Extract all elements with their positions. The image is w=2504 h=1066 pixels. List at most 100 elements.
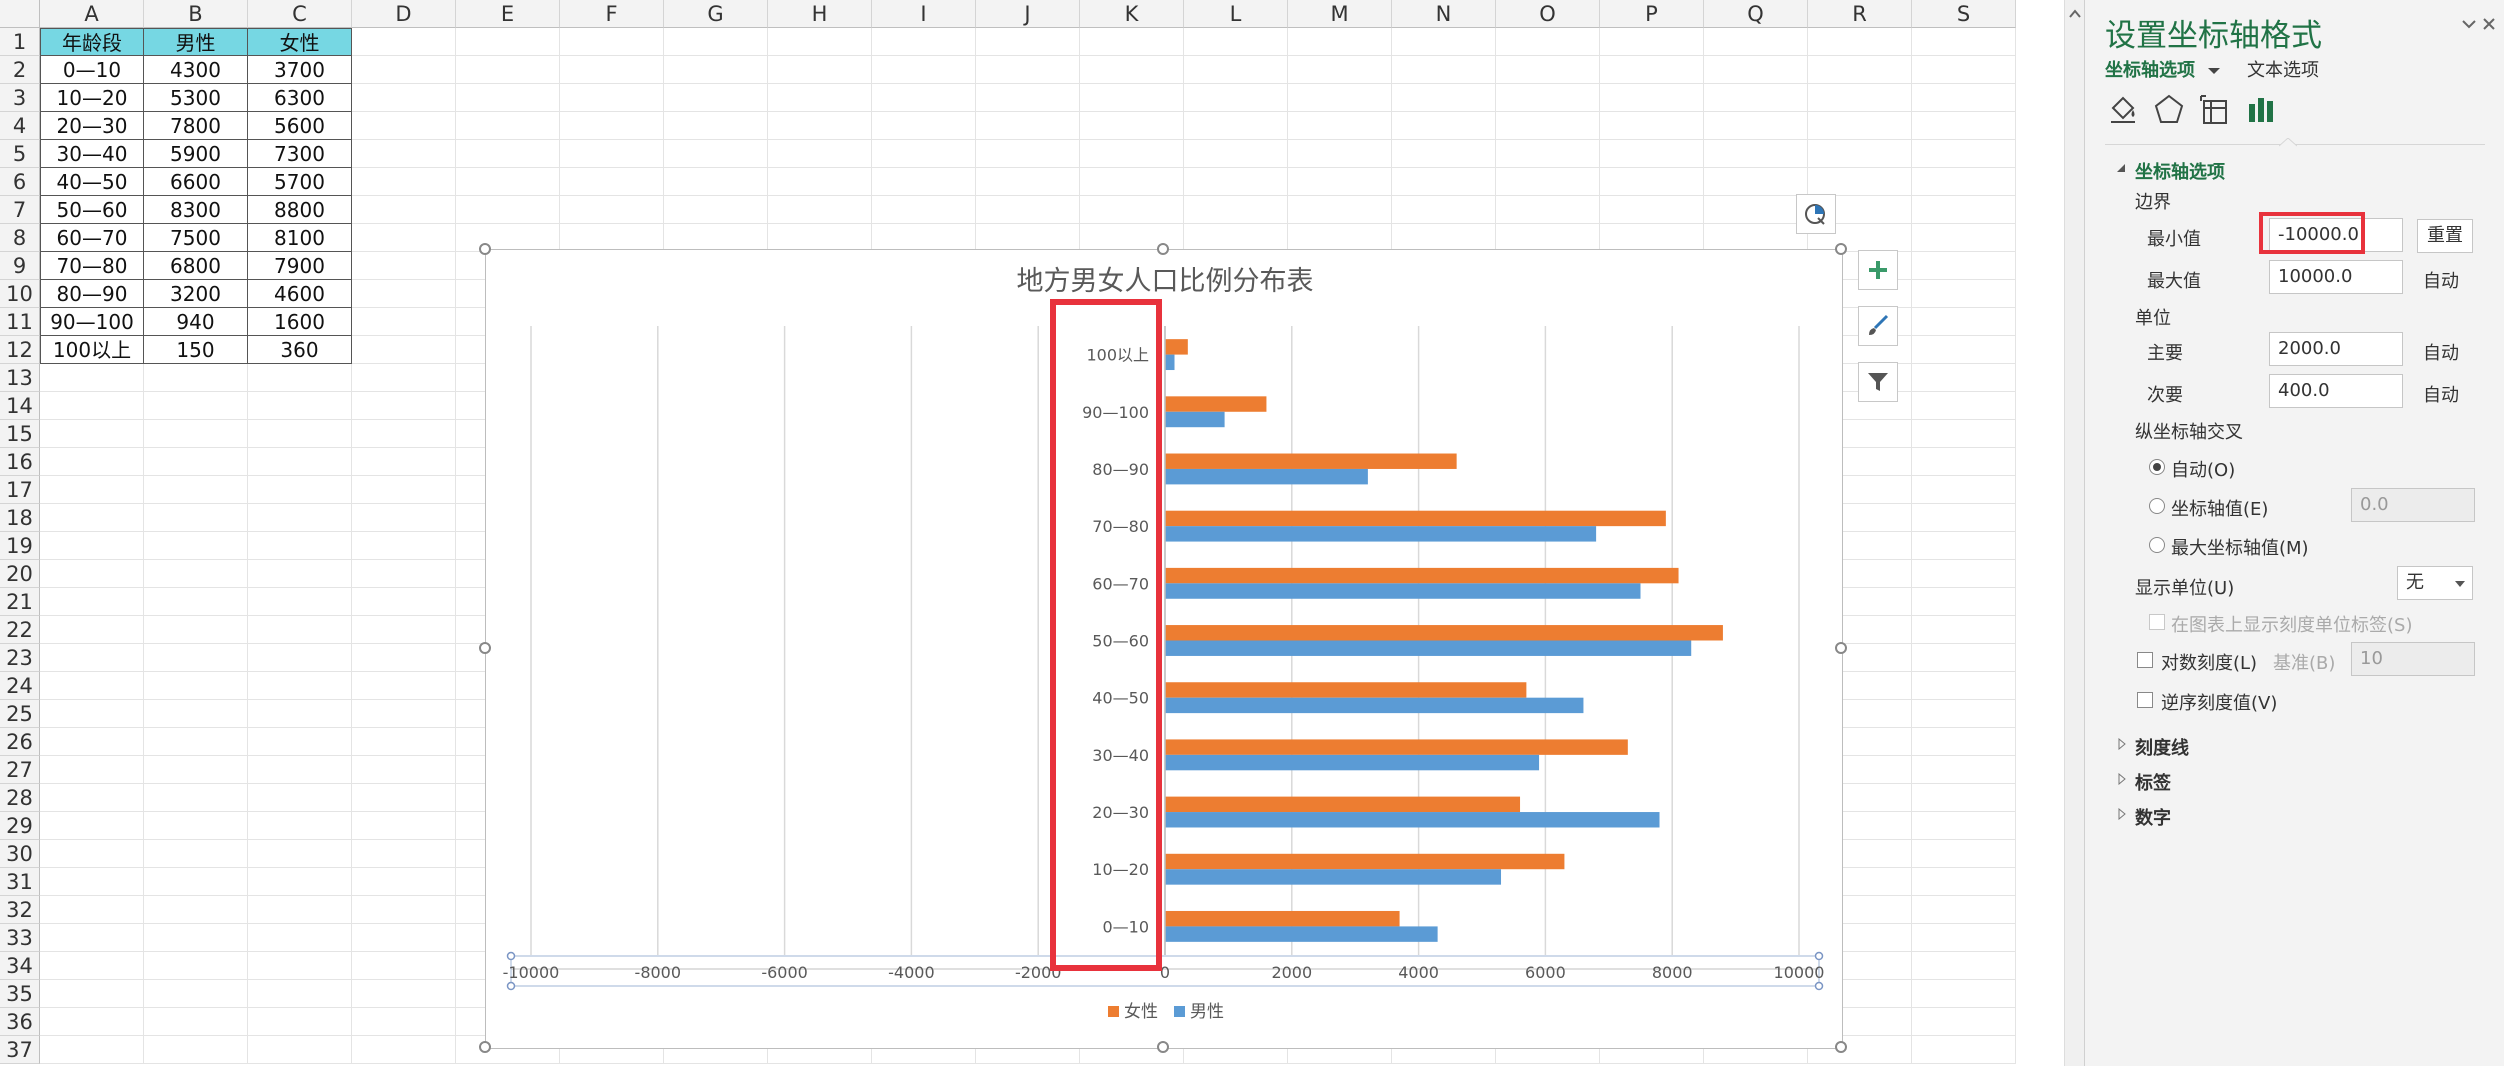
cell-P2[interactable] (1600, 56, 1704, 84)
row-header-24[interactable]: 24 (0, 672, 40, 700)
cell-M7[interactable] (1288, 196, 1392, 224)
cell-D7[interactable] (352, 196, 456, 224)
cell-C18[interactable] (248, 504, 352, 532)
cell-A27[interactable] (40, 756, 144, 784)
column-header-A[interactable]: A (40, 0, 144, 28)
cell-A30[interactable] (40, 840, 144, 868)
row-header-19[interactable]: 19 (0, 532, 40, 560)
reverse-order-label[interactable]: 逆序刻度值(V) (2161, 689, 2277, 715)
cell-A13[interactable] (40, 364, 144, 392)
cell-S25[interactable] (1912, 700, 2016, 728)
row-header-21[interactable]: 21 (0, 588, 40, 616)
resize-handle-mr[interactable] (1835, 642, 1847, 654)
cell-M1[interactable] (1288, 28, 1392, 56)
cell-L4[interactable] (1184, 112, 1288, 140)
cell-R1[interactable] (1808, 28, 1912, 56)
cell-D22[interactable] (352, 616, 456, 644)
cell-I1[interactable] (872, 28, 976, 56)
cell-D10[interactable] (352, 280, 456, 308)
row-header-17[interactable]: 17 (0, 476, 40, 504)
row-header-13[interactable]: 13 (0, 364, 40, 392)
collapse-triangle-icon[interactable] (2115, 162, 2127, 174)
cell-C14[interactable] (248, 392, 352, 420)
column-header-Q[interactable]: Q (1704, 0, 1808, 28)
cell-A14[interactable] (40, 392, 144, 420)
cell-L1[interactable] (1184, 28, 1288, 56)
cell-D9[interactable] (352, 252, 456, 280)
cell-S36[interactable] (1912, 1008, 2016, 1036)
cell-D26[interactable] (352, 728, 456, 756)
cell-G5[interactable] (664, 140, 768, 168)
panel-options-dropdown-icon[interactable] (2461, 18, 2477, 30)
select-all-corner[interactable] (0, 0, 40, 28)
column-header-N[interactable]: N (1392, 0, 1496, 28)
cell-J3[interactable] (976, 84, 1080, 112)
cell-Q8[interactable] (1704, 224, 1808, 252)
row-header-1[interactable]: 1 (0, 28, 40, 56)
row-header-9[interactable]: 9 (0, 252, 40, 280)
cell-M6[interactable] (1288, 168, 1392, 196)
section-axis-options[interactable]: 坐标轴选项 (2135, 158, 2225, 184)
cell-M5[interactable] (1288, 140, 1392, 168)
cell-O4[interactable] (1496, 112, 1600, 140)
cell-O3[interactable] (1496, 84, 1600, 112)
cell-S11[interactable] (1912, 308, 2016, 336)
resize-handle-ml[interactable] (479, 642, 491, 654)
row-header-33[interactable]: 33 (0, 924, 40, 952)
cell-G2[interactable] (664, 56, 768, 84)
cell-P3[interactable] (1600, 84, 1704, 112)
cell-B31[interactable] (144, 868, 248, 896)
cell-S23[interactable] (1912, 644, 2016, 672)
cell-D20[interactable] (352, 560, 456, 588)
cell-C22[interactable] (248, 616, 352, 644)
cell-S4[interactable] (1912, 112, 2016, 140)
cell-N6[interactable] (1392, 168, 1496, 196)
cell-H1[interactable] (768, 28, 872, 56)
cell-K5[interactable] (1080, 140, 1184, 168)
cell-G6[interactable] (664, 168, 768, 196)
cell-D5[interactable] (352, 140, 456, 168)
cell-J4[interactable] (976, 112, 1080, 140)
cell-S31[interactable] (1912, 868, 2016, 896)
cell-F2[interactable] (560, 56, 664, 84)
cell-C30[interactable] (248, 840, 352, 868)
column-header-P[interactable]: P (1600, 0, 1704, 28)
cell-A35[interactable] (40, 980, 144, 1008)
row-header-29[interactable]: 29 (0, 812, 40, 840)
cell-A33[interactable] (40, 924, 144, 952)
cell-A25[interactable] (40, 700, 144, 728)
cell-C1[interactable]: 女性 (248, 28, 352, 56)
cell-C29[interactable] (248, 812, 352, 840)
cell-D18[interactable] (352, 504, 456, 532)
display-units-select[interactable]: 无 (2397, 566, 2473, 600)
cell-P4[interactable] (1600, 112, 1704, 140)
cell-A9[interactable]: 70—80 (40, 252, 144, 280)
effects-tab[interactable] (2151, 92, 2187, 128)
cell-N5[interactable] (1392, 140, 1496, 168)
cell-E1[interactable] (456, 28, 560, 56)
resize-handle-bl[interactable] (479, 1041, 491, 1053)
cell-C34[interactable] (248, 952, 352, 980)
resize-handle-br[interactable] (1835, 1041, 1847, 1053)
cell-D2[interactable] (352, 56, 456, 84)
cell-D6[interactable] (352, 168, 456, 196)
cell-P8[interactable] (1600, 224, 1704, 252)
tab-axis-options[interactable]: 坐标轴选项 (2105, 56, 2221, 82)
cell-A29[interactable] (40, 812, 144, 840)
cell-K2[interactable] (1080, 56, 1184, 84)
cell-E2[interactable] (456, 56, 560, 84)
cell-C28[interactable] (248, 784, 352, 812)
cell-G8[interactable] (664, 224, 768, 252)
cell-A4[interactable]: 20—30 (40, 112, 144, 140)
cell-O2[interactable] (1496, 56, 1600, 84)
cell-H8[interactable] (768, 224, 872, 252)
log-scale-label[interactable]: 对数刻度(L) (2161, 649, 2257, 675)
cell-S35[interactable] (1912, 980, 2016, 1008)
cell-K6[interactable] (1080, 168, 1184, 196)
cell-B6[interactable]: 6600 (144, 168, 248, 196)
cell-D25[interactable] (352, 700, 456, 728)
cell-S24[interactable] (1912, 672, 2016, 700)
cell-D8[interactable] (352, 224, 456, 252)
cell-C32[interactable] (248, 896, 352, 924)
cell-B34[interactable] (144, 952, 248, 980)
